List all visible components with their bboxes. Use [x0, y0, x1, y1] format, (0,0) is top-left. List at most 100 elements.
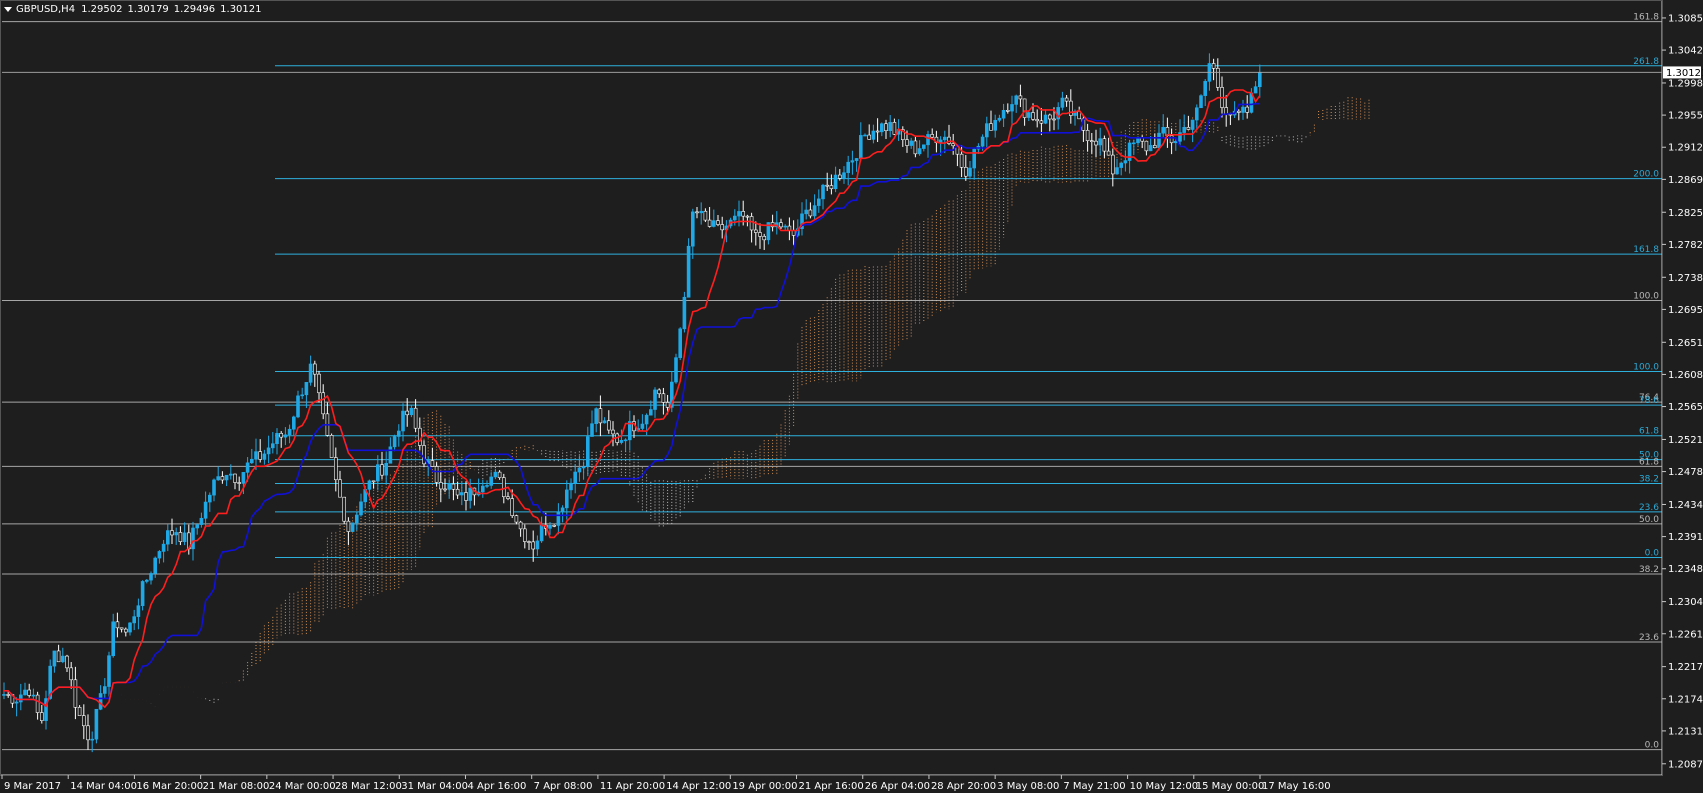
candle-body: [136, 605, 141, 617]
candle-body: [522, 528, 527, 542]
chart-menu-triangle-icon[interactable]: [4, 6, 12, 12]
time-tick-label: 14 Mar 04:00: [70, 781, 137, 792]
candle-body: [124, 628, 128, 633]
candle-body: [1031, 112, 1035, 120]
candle-body: [850, 160, 855, 163]
candle-body: [972, 148, 977, 169]
candle-body: [451, 483, 456, 490]
candle-body: [871, 130, 876, 140]
candle-body: [1060, 97, 1065, 108]
candle-body: [1069, 100, 1073, 116]
candle-body: [115, 621, 120, 629]
candle-body: [531, 541, 536, 550]
candle-body: [195, 524, 199, 529]
candle-body: [695, 211, 699, 214]
candle-body: [279, 433, 284, 438]
candle-body: [984, 123, 989, 138]
candle-body: [833, 174, 838, 190]
candle-body: [1106, 150, 1111, 156]
candle-body: [237, 482, 241, 484]
candle-body: [548, 525, 552, 529]
candle-body: [926, 134, 930, 146]
price-tick-label: 1.28250: [1668, 208, 1703, 219]
candle-body: [90, 738, 94, 741]
candle-body: [846, 161, 851, 173]
time-tick-label: 14 Apr 12:00: [666, 781, 731, 792]
candle-body: [300, 394, 305, 397]
fib-level-label: 100.0: [1633, 362, 1659, 372]
candle-body: [443, 488, 447, 491]
candle-body: [959, 153, 964, 168]
candle-body: [1043, 114, 1048, 124]
candle-body: [233, 473, 237, 483]
price-tick-label: 1.26510: [1668, 338, 1703, 349]
price-tick-label: 1.22610: [1668, 629, 1703, 640]
candle-body: [216, 476, 220, 481]
candle-body: [493, 471, 498, 478]
candle-body: [111, 621, 115, 657]
candle-body: [413, 407, 418, 429]
price-tick-label: 1.27380: [1668, 273, 1703, 284]
candle-body: [518, 521, 523, 530]
candle-body: [930, 134, 935, 138]
candle-body: [317, 373, 321, 394]
candle-body: [1132, 142, 1136, 145]
candle-body: [338, 479, 342, 498]
candle-body: [644, 414, 649, 425]
candle-body: [296, 395, 300, 418]
candle-body: [245, 462, 250, 473]
close-price: 1.30121: [220, 3, 262, 15]
candle-body: [77, 707, 82, 716]
candle-body: [577, 467, 582, 473]
candle-body: [98, 693, 103, 710]
candle-body: [388, 446, 393, 464]
candle-body: [128, 622, 132, 633]
price-tick-label: 1.28690: [1668, 175, 1703, 186]
candle-body: [145, 579, 149, 582]
candle-body: [430, 460, 435, 467]
candle-body: [132, 616, 136, 624]
candle-body: [741, 211, 746, 217]
candle-body: [166, 530, 170, 545]
candle-body: [65, 655, 69, 669]
fib-level-label: 23.6: [1639, 633, 1659, 643]
candle-body: [674, 357, 678, 383]
candle-body: [1211, 63, 1216, 69]
candle-body: [858, 135, 863, 159]
candle-body: [6, 694, 10, 696]
symbol-label: GBPUSD,H4: [16, 3, 76, 15]
fib-level-label: 100.0: [1633, 291, 1659, 301]
candle-body: [783, 225, 788, 228]
price-tick-label: 1.24780: [1668, 467, 1703, 478]
candle-body: [598, 408, 603, 424]
price-chart[interactable]: 161.8261.8200.0161.8100.0100.076.478.661…: [0, 0, 1703, 793]
candle-body: [1199, 95, 1203, 109]
candle-body: [266, 447, 271, 455]
candle-body: [1153, 145, 1157, 149]
candle-body: [816, 198, 821, 206]
candle-body: [438, 482, 443, 490]
candle-body: [346, 520, 351, 532]
candle-body: [745, 215, 750, 218]
candle-body: [657, 389, 662, 395]
candle-body: [170, 530, 174, 536]
candle-body: [1195, 107, 1199, 121]
candle-body: [39, 712, 44, 721]
candle-body: [1035, 119, 1039, 122]
candle-body: [224, 474, 229, 481]
candle-body: [69, 667, 73, 681]
candle-body: [552, 525, 557, 527]
candle-body: [82, 715, 86, 727]
candle-body: [401, 410, 405, 432]
candle-body: [60, 655, 65, 663]
candle-body: [229, 473, 233, 476]
candle-body: [119, 627, 124, 630]
candle-body: [342, 496, 347, 522]
high-price: 1.30179: [127, 3, 169, 15]
candle-body: [699, 210, 704, 214]
candle-body: [1119, 162, 1123, 168]
candle-body: [1161, 127, 1165, 134]
candle-body: [1005, 110, 1010, 112]
candle-body: [821, 184, 825, 200]
candle-body: [161, 543, 166, 552]
